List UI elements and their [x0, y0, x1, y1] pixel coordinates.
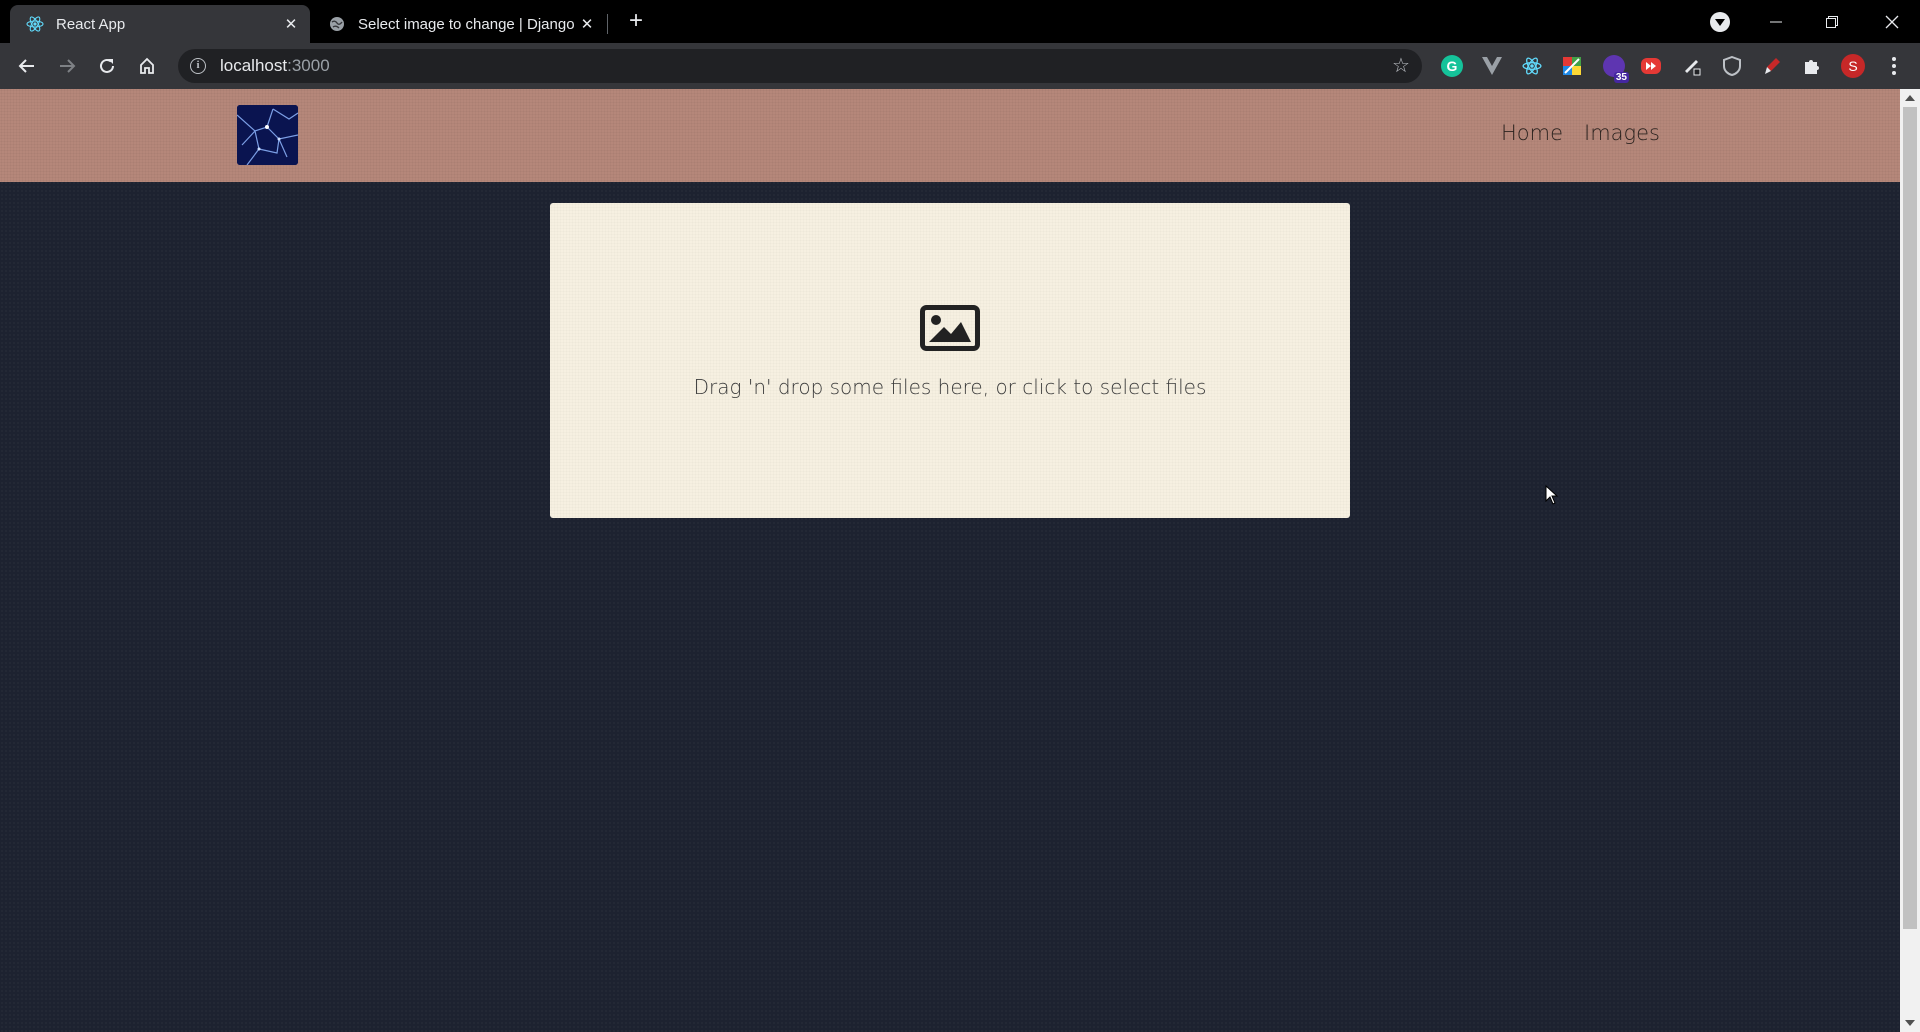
brush-icon[interactable]: [1761, 55, 1783, 77]
scroll-up-arrow-icon[interactable]: [1905, 95, 1915, 101]
color-picker-icon[interactable]: [1561, 55, 1583, 77]
extension-badge-icon[interactable]: 35: [1603, 55, 1629, 83]
page-scrollbar[interactable]: [1900, 89, 1920, 1032]
site-logo[interactable]: [237, 105, 298, 165]
scroll-down-arrow-icon[interactable]: [1905, 1020, 1915, 1026]
shield-icon[interactable]: [1721, 55, 1743, 77]
scroll-thumb[interactable]: [1903, 107, 1917, 929]
close-tab-icon[interactable]: ✕: [280, 13, 302, 35]
browser-menu-icon[interactable]: [1884, 54, 1904, 78]
dropzone-instructions: Drag 'n' drop some files here, or click …: [693, 375, 1207, 399]
tab-title: React App: [56, 15, 126, 33]
address-bar[interactable]: i localhost:3000 ☆: [178, 49, 1422, 83]
mouse-cursor-icon: [1545, 484, 1559, 505]
site-info-icon[interactable]: i: [190, 58, 206, 74]
page-viewport: Home Images Drag 'n' drop some files her…: [0, 89, 1900, 1032]
vue-devtools-icon[interactable]: [1481, 55, 1503, 77]
react-devtools-icon[interactable]: [1521, 55, 1543, 77]
restore-icon[interactable]: [1804, 0, 1860, 43]
globe-icon: [328, 15, 346, 33]
home-icon[interactable]: [133, 52, 161, 80]
close-tab-icon[interactable]: ✕: [576, 13, 598, 35]
image-icon: [920, 305, 980, 351]
browser-toolbar: i localhost:3000 ☆ G 35 S: [0, 43, 1920, 89]
forward-arrow-icon[interactable]: [53, 52, 81, 80]
url-port: :3000: [287, 56, 330, 75]
nav-link-images[interactable]: Images: [1584, 121, 1660, 145]
tab-react-app[interactable]: React App ✕: [10, 5, 310, 43]
nav-links: Home Images: [1501, 121, 1660, 145]
extension-badge-count: 35: [1613, 72, 1629, 83]
react-icon: [26, 15, 44, 33]
new-tab-button[interactable]: +: [624, 9, 648, 34]
tab-title: Select image to change | Django: [358, 15, 575, 33]
minimize-icon[interactable]: [1748, 0, 1804, 43]
bookmark-star-icon[interactable]: ☆: [1390, 55, 1412, 77]
tab-django-admin[interactable]: Select image to change | Django ✕: [312, 5, 606, 43]
puzzle-icon[interactable]: [1801, 55, 1823, 77]
grammarly-icon[interactable]: G: [1441, 55, 1463, 77]
back-arrow-icon[interactable]: [13, 52, 41, 80]
reload-icon[interactable]: [93, 52, 121, 80]
nav-link-home[interactable]: Home: [1501, 121, 1563, 145]
pen-icon[interactable]: [1681, 55, 1703, 77]
tab-separator: [607, 14, 608, 34]
profile-avatar[interactable]: S: [1841, 54, 1865, 78]
file-dropzone[interactable]: Drag 'n' drop some files here, or click …: [550, 203, 1350, 518]
close-window-icon[interactable]: [1864, 0, 1920, 43]
browser-tab-strip: React App ✕ Select image to change | Dja…: [0, 0, 1920, 43]
tab-search-button[interactable]: [1710, 12, 1730, 32]
site-navbar: Home Images: [0, 89, 1900, 182]
url-host: localhost: [220, 56, 288, 75]
youtube-icon[interactable]: [1641, 58, 1661, 74]
